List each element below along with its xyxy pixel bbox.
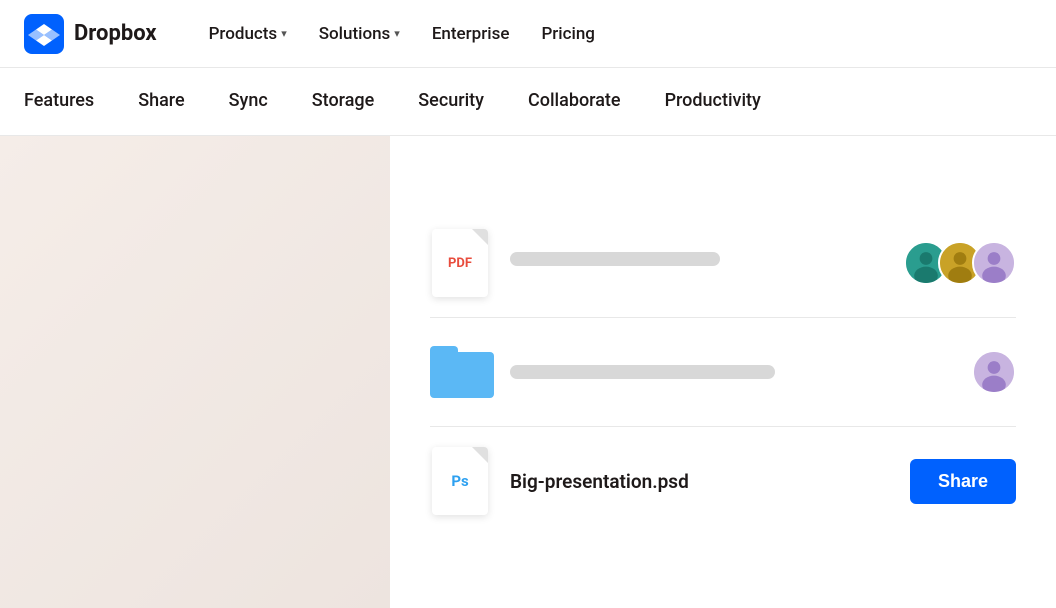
top-navigation: Dropbox Products ▾ Solutions ▾ Enterpris…	[0, 0, 1056, 68]
subnav-storage[interactable]: Storage	[290, 68, 397, 136]
file-name-placeholder-1	[510, 252, 884, 274]
avatar-face-3	[974, 241, 1014, 285]
logo-text: Dropbox	[74, 21, 157, 46]
solutions-chevron-icon: ▾	[394, 27, 400, 40]
share-button[interactable]: Share	[910, 459, 1016, 504]
dropbox-logo-icon	[24, 14, 64, 54]
subnav-sync[interactable]: Sync	[207, 68, 290, 136]
ps-label: Ps	[451, 472, 468, 490]
file-list: PDF	[390, 136, 1056, 608]
logo[interactable]: Dropbox	[24, 14, 157, 54]
file-name-area-3: Big-presentation.psd	[510, 470, 890, 493]
avatar	[972, 241, 1016, 285]
file-name-placeholder-2	[510, 365, 952, 379]
avatar-group-1	[904, 241, 1016, 285]
avatar-face-4	[974, 350, 1014, 394]
subnav-collaborate[interactable]: Collaborate	[506, 68, 643, 136]
left-panel	[0, 136, 390, 608]
ps-file-icon-wrap: Ps	[430, 445, 490, 517]
top-nav-links: Products ▾ Solutions ▾ Enterprise Pricin…	[197, 16, 1032, 52]
nav-pricing[interactable]: Pricing	[529, 16, 607, 52]
sub-navigation: Features Share Sync Storage Security Col…	[0, 68, 1056, 136]
nav-enterprise[interactable]: Enterprise	[420, 16, 522, 52]
nav-products[interactable]: Products ▾	[197, 16, 299, 52]
file-name-text: Big-presentation.psd	[510, 470, 689, 493]
avatar	[972, 350, 1016, 394]
folder-file-icon-wrap	[430, 336, 490, 408]
nav-solutions[interactable]: Solutions ▾	[307, 16, 412, 52]
subnav-features[interactable]: Features	[24, 68, 116, 136]
subnav-productivity[interactable]: Productivity	[643, 68, 783, 136]
file-name-bar-1	[510, 252, 720, 266]
avatar-group-2	[972, 350, 1016, 394]
folder-body	[430, 352, 494, 398]
table-row: Ps Big-presentation.psd Share	[430, 427, 1016, 535]
pdf-file-icon: PDF	[432, 229, 488, 297]
subnav-share[interactable]: Share	[116, 68, 206, 136]
main-content: PDF	[0, 136, 1056, 608]
table-row: PDF	[430, 209, 1016, 318]
file-name-bar-2	[510, 365, 775, 379]
pdf-file-icon-wrap: PDF	[430, 227, 490, 299]
products-chevron-icon: ▾	[281, 27, 287, 40]
pdf-label: PDF	[448, 256, 472, 271]
ps-file-icon: Ps	[432, 447, 488, 515]
table-row	[430, 318, 1016, 427]
folder-icon	[430, 346, 490, 398]
subnav-security[interactable]: Security	[396, 68, 506, 136]
